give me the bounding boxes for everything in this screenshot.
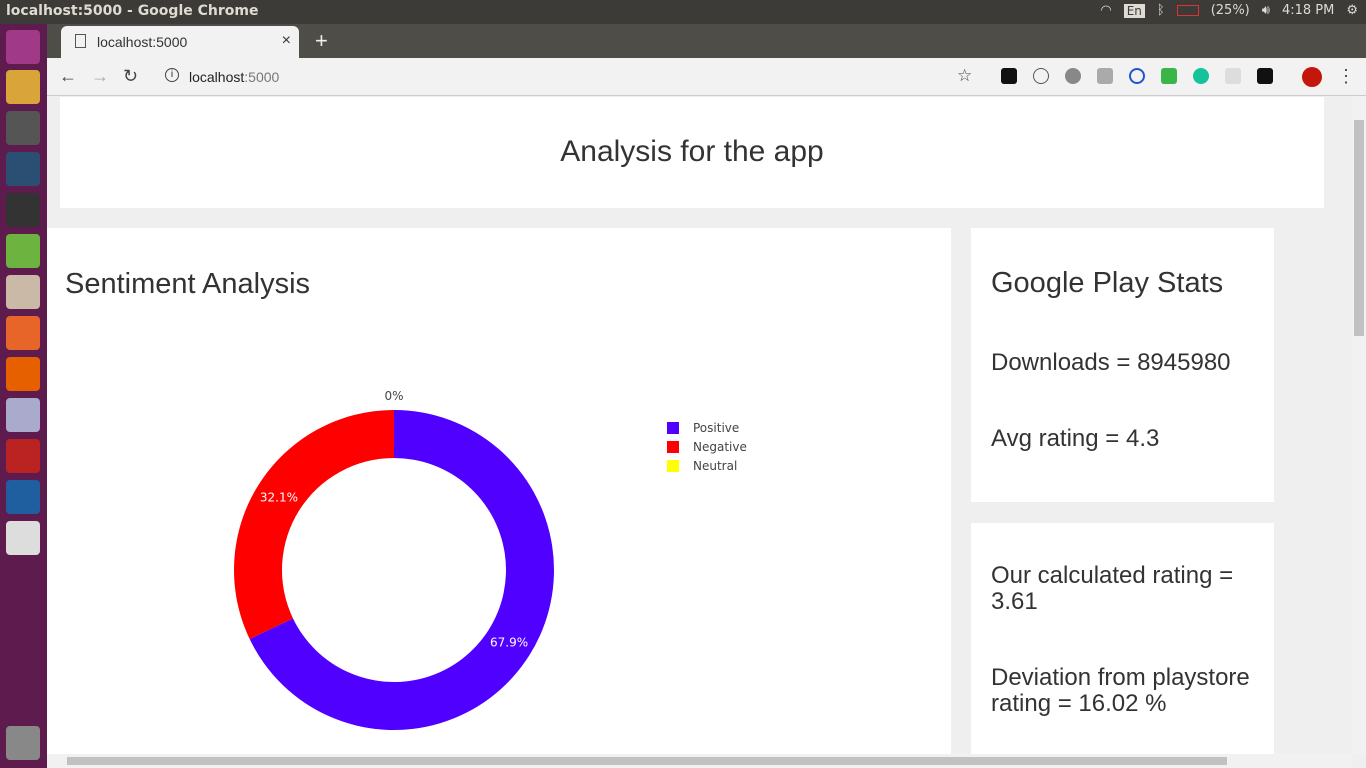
google-play-stats-card: Google Play Stats Downloads = 8945980 Av…	[971, 228, 1274, 502]
calculated-rating-card: Our calculated rating = 3.61 Deviation f…	[971, 523, 1274, 754]
clock[interactable]: 4:18 PM	[1282, 3, 1334, 18]
mysql-icon[interactable]	[6, 152, 40, 186]
avg-rating-stat: Avg rating = 4.3	[991, 425, 1160, 452]
text-editor-icon[interactable]	[6, 521, 40, 555]
spring-icon[interactable]	[6, 234, 40, 268]
reload-button[interactable]: ↻	[123, 66, 138, 87]
deviation-stat: Deviation from playstore rating = 16.02 …	[991, 664, 1250, 717]
power-icon[interactable]: ⚙	[1346, 3, 1358, 18]
legend-item-negative[interactable]: Negative	[667, 437, 747, 456]
slice-label-negative: 32.1%	[260, 490, 298, 504]
system-top-bar: localhost:5000 - Google Chrome ◠ En ᛒ (2…	[0, 0, 1366, 24]
tampermonkey-extension-icon[interactable]	[1257, 68, 1273, 84]
files-icon[interactable]	[6, 275, 40, 309]
chart-legend: Positive Negative Neutral	[667, 418, 747, 475]
keyboard-layout[interactable]: En	[1123, 3, 1145, 18]
legend-label: Neutral	[693, 458, 738, 473]
tab-localhost[interactable]: localhost:5000 ×	[61, 26, 299, 58]
address-bar[interactable]: i localhost:5000	[157, 63, 987, 91]
legend-label: Negative	[693, 439, 747, 454]
battery-percent: (25%)	[1210, 3, 1250, 18]
scroll-thumb[interactable]	[1354, 120, 1364, 336]
vscode-icon[interactable]	[6, 480, 40, 514]
legend-swatch	[667, 459, 679, 472]
url-port: :5000	[244, 69, 280, 85]
block-extension-icon[interactable]	[1129, 68, 1145, 84]
ubuntu-icon[interactable]	[6, 30, 40, 64]
wifi-icon[interactable]: ◠	[1100, 3, 1111, 18]
new-tab-button[interactable]: +	[315, 28, 328, 54]
json-extension-icon[interactable]	[1033, 68, 1049, 84]
menu-icon[interactable]: ⋮	[1337, 66, 1355, 87]
volume-icon[interactable]: 🔊︎	[1262, 3, 1270, 18]
legend-swatch	[667, 440, 679, 453]
book-icon[interactable]	[6, 439, 40, 473]
chrome-icon[interactable]	[6, 70, 40, 104]
profile-avatar[interactable]	[1302, 67, 1322, 87]
launcher	[0, 24, 47, 768]
tab-strip: localhost:5000 × +	[47, 24, 1366, 58]
video-icon[interactable]	[6, 111, 40, 145]
browser-toolbar: ← → ↻ i localhost:5000 ☆ ⋮	[47, 58, 1366, 96]
shield-extension-icon[interactable]	[1161, 68, 1177, 84]
slice-label-neutral: 0%	[384, 389, 403, 403]
scroll-thumb[interactable]	[67, 757, 1227, 765]
legend-item-positive[interactable]: Positive	[667, 418, 747, 437]
firefox-icon[interactable]	[6, 357, 40, 391]
app-icon[interactable]	[6, 398, 40, 432]
legend-swatch	[667, 421, 679, 434]
trash-icon[interactable]	[6, 726, 40, 760]
back-button[interactable]: ←	[59, 66, 77, 87]
jetbrains-extension-icon[interactable]	[1001, 68, 1017, 84]
page-icon	[75, 34, 86, 48]
m-extension-icon[interactable]	[1097, 68, 1113, 84]
tab-title: localhost:5000	[97, 34, 188, 50]
slice-label-positive: 67.9%	[490, 636, 528, 650]
bookmark-star-icon[interactable]: ☆	[957, 66, 972, 86]
sentiment-card: Sentiment Analysis 67.9% 32.1% 0% Positive…	[47, 228, 951, 754]
horizontal-scrollbar[interactable]	[47, 754, 1352, 768]
header-card: Analysis for the app	[60, 97, 1324, 208]
react-extension-icon[interactable]	[1225, 68, 1241, 84]
window-title: localhost:5000 - Google Chrome	[6, 3, 259, 19]
legend-label: Positive	[693, 420, 740, 435]
downloads-stat: Downloads = 8945980	[991, 349, 1231, 376]
info-icon[interactable]: i	[165, 68, 179, 82]
terminal-icon[interactable]	[6, 193, 40, 227]
close-tab-icon[interactable]: ×	[282, 32, 291, 50]
vertical-scrollbar[interactable]	[1352, 96, 1366, 754]
dark-mode-extension-icon[interactable]	[1065, 68, 1081, 84]
calculated-rating: Our calculated rating = 3.61	[991, 562, 1234, 615]
page-title: Analysis for the app	[560, 135, 824, 168]
postman-icon[interactable]	[6, 316, 40, 350]
sentiment-donut-chart: 67.9% 32.1% 0%	[233, 389, 555, 730]
battery-icon[interactable]	[1176, 5, 1199, 16]
legend-item-neutral[interactable]: Neutral	[667, 456, 747, 475]
stats-title: Google Play Stats	[991, 267, 1224, 299]
grammarly-extension-icon[interactable]	[1193, 68, 1209, 84]
pie-slice-negative[interactable]	[233, 410, 394, 640]
url-host: localhost	[189, 69, 245, 85]
bluetooth-icon[interactable]: ᛒ	[1157, 3, 1165, 18]
forward-button[interactable]: →	[91, 66, 109, 87]
